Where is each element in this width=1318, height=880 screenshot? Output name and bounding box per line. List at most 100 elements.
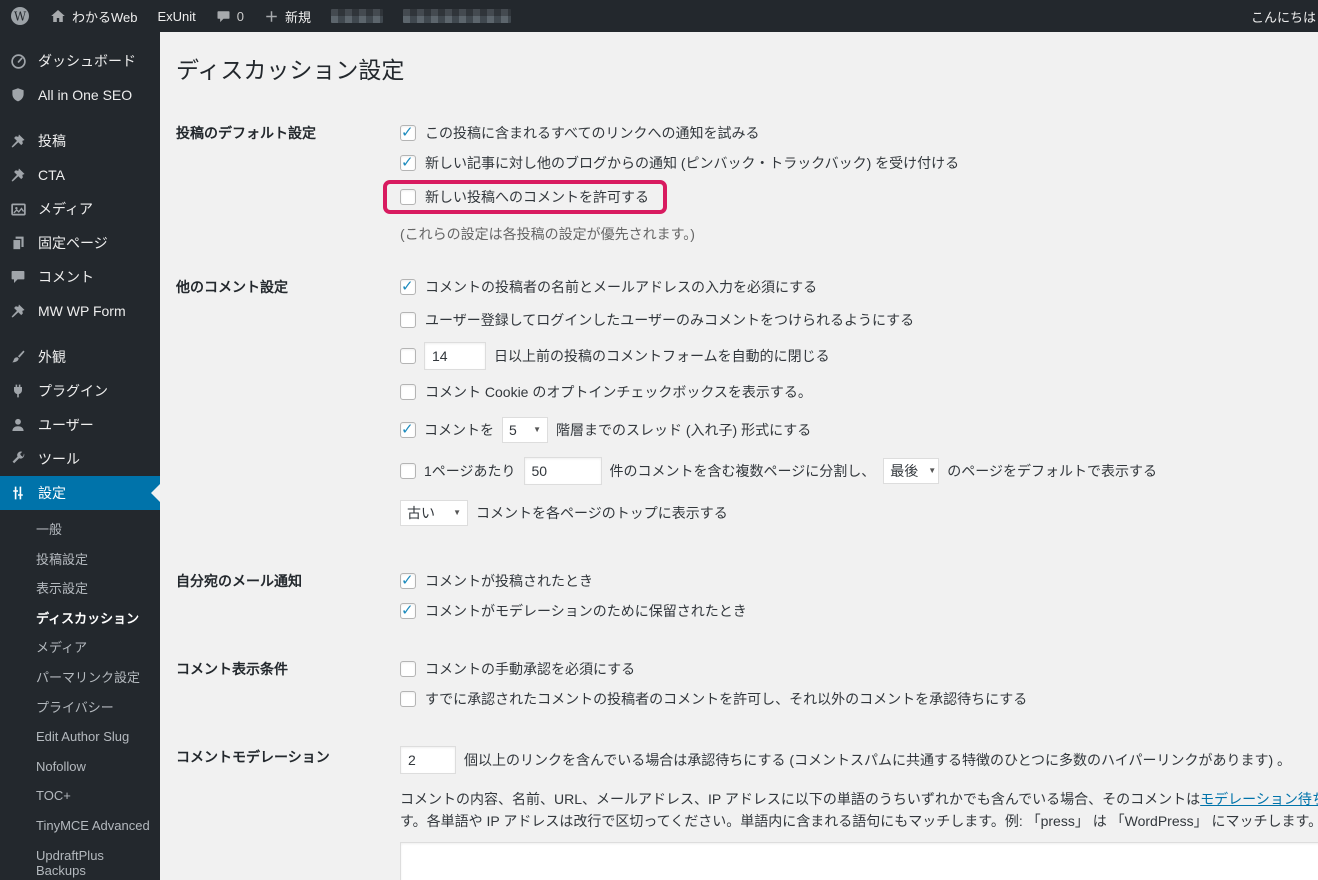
checkbox-label[interactable]: 新しい記事に対し他のブログからの通知 (ピンバック・トラックバック) を受け付け… (425, 153, 959, 173)
checkbox-registered-only[interactable] (400, 311, 416, 328)
max-links-input[interactable] (400, 745, 456, 774)
thread-depth-select[interactable]: 5 ▼ (502, 416, 548, 443)
comments-menu[interactable]: 0 (206, 0, 254, 32)
checkbox-cookie-optin[interactable] (400, 383, 416, 400)
checkbox-require-name-email[interactable] (400, 277, 416, 295)
plugin-icon (8, 383, 28, 399)
checkbox-label[interactable]: コメントの手動承認を必須にする (425, 659, 635, 679)
submenu-media[interactable]: メディア (0, 633, 160, 663)
checkbox-label[interactable]: コメントがモデレーションのために保留されたとき (425, 601, 747, 621)
sidebar-item-all-in-one-seo[interactable]: All in One SEO (0, 78, 160, 112)
section-label: 他のコメント設定 (176, 278, 288, 295)
checkbox-previously-approved[interactable] (400, 690, 416, 707)
checkbox-label[interactable]: コメント Cookie のオプトインチェックボックスを表示する。 (425, 382, 812, 402)
redacted-text (403, 9, 512, 23)
setting-row-threaded-comments: コメントを 5 ▼ 階層までのスレッド (入れ子) 形式にする (400, 410, 1318, 450)
auto-close-label[interactable]: 日以上前の投稿のコメントフォームを自動的に閉じる (494, 346, 830, 366)
paginate-prefix-label: 1ページあたり (424, 462, 516, 479)
checkbox-manual-approval[interactable] (400, 660, 416, 677)
sidebar-item-label: 固定ページ (38, 235, 108, 251)
checkbox-label[interactable]: すでに承認されたコメントの投稿者のコメントを許可し、それ以外のコメントを承認待ち… (425, 689, 1027, 709)
sidebar-item-pages[interactable]: 固定ページ (0, 226, 160, 260)
section-label: 投稿のデフォルト設定 (176, 124, 316, 141)
sidebar-item-appearance[interactable]: 外観 (0, 340, 160, 374)
thread-depth-value: 5 (509, 421, 517, 438)
media-icon (8, 201, 28, 218)
section-label: 自分宛のメール通知 (176, 572, 302, 589)
close-comments-days-input[interactable] (424, 341, 486, 370)
comments-per-page-input[interactable] (523, 456, 602, 485)
sidebar-item-label: メディア (38, 201, 94, 217)
checkbox-paginate-comments[interactable] (400, 462, 416, 479)
pages-icon (8, 235, 28, 251)
submenu-edit-author-slug[interactable]: Edit Author Slug (0, 722, 160, 752)
svg-text:W: W (14, 10, 27, 24)
redacted-menu-2[interactable] (393, 0, 521, 32)
checkbox-notify-links[interactable] (400, 123, 416, 141)
greeting-menu[interactable]: こんにちは (1251, 7, 1318, 26)
submenu-discussion[interactable]: ディスカッション (0, 604, 160, 634)
moderation-keys-textarea[interactable] (400, 841, 1318, 880)
checkbox-allow-pingbacks[interactable] (400, 153, 416, 171)
redacted-text (331, 9, 384, 23)
sidebar-item-plugins[interactable]: プラグイン (0, 374, 160, 408)
checkbox-threaded-comments[interactable] (400, 420, 416, 438)
sidebar-item-users[interactable]: ユーザー (0, 408, 160, 442)
comment-bubble-icon (216, 9, 231, 24)
checkbox-auto-close[interactable] (400, 347, 416, 364)
pushpin-icon (8, 303, 28, 319)
checkbox-label[interactable]: ユーザー登録してログインしたユーザーのみコメントをつけられるようにする (425, 310, 914, 330)
sidebar-item-dashboard[interactable]: ダッシュボード (0, 44, 160, 78)
sidebar-item-posts[interactable]: 投稿 (0, 124, 160, 158)
setting-row-allow-comments: 新しい投稿へのコメントを許可する (383, 178, 1318, 216)
checkbox-email-moderation[interactable] (400, 601, 416, 619)
users-icon (8, 417, 28, 433)
pushpin-icon (8, 133, 28, 149)
submenu-privacy[interactable]: プライバシー (0, 693, 160, 723)
redacted-menu-1[interactable] (321, 0, 393, 32)
checkbox-email-comment-posted[interactable] (400, 571, 416, 589)
sidebar-item-mw-wp-form[interactable]: MW WP Form (0, 294, 160, 328)
submenu-general[interactable]: 一般 (0, 515, 160, 545)
appearance-icon (8, 349, 28, 365)
section-label: コメントモデレーション (176, 748, 330, 765)
checkbox-label[interactable]: この投稿に含まれるすべてのリンクへの通知を試みる (425, 123, 759, 143)
chevron-down-icon: ▼ (533, 425, 541, 435)
site-name-menu[interactable]: わかるWeb (40, 0, 148, 32)
new-label: 新規 (285, 9, 312, 25)
exunit-menu[interactable]: ExUnit (148, 0, 206, 32)
checkbox-label[interactable]: コメントの投稿者の名前とメールアドレスの入力を必須にする (425, 277, 817, 297)
submenu-toc[interactable]: TOC+ (0, 781, 160, 811)
sidebar-item-cta[interactable]: CTA (0, 158, 160, 192)
setting-row-auto-close: 日以上前の投稿のコメントフォームを自動的に閉じる (400, 338, 1318, 374)
moderation-queue-link[interactable]: モデレーション待ち (1200, 791, 1318, 807)
red-highlight-box: 新しい投稿へのコメントを許可する (383, 179, 667, 214)
section-email-me: 自分宛のメール通知 コメントが投稿されたとき コメントがモデレーションのために保… (176, 566, 1318, 626)
plus-icon (264, 9, 279, 24)
submenu-nofollow[interactable]: Nofollow (0, 752, 160, 782)
section-comment-moderation: コメントモデレーション 個以上のリンクを含んでいる場合は承認待ちにする (コメン… (176, 742, 1318, 880)
default-page-select[interactable]: 最後 ▼ (883, 457, 940, 484)
comment-order-label: コメントを各ページのトップに表示する (476, 504, 728, 521)
sidebar-item-media[interactable]: メディア (0, 192, 160, 226)
submenu-reading[interactable]: 表示設定 (0, 574, 160, 604)
comment-order-value: 古い (407, 504, 435, 521)
comment-order-select[interactable]: 古い ▼ (400, 499, 468, 526)
checkbox-allow-comments[interactable] (400, 188, 416, 205)
sidebar-item-settings[interactable]: 設定 (0, 476, 160, 510)
new-content-menu[interactable]: 新規 (254, 0, 321, 32)
wp-logo-button[interactable]: W (0, 0, 40, 32)
sidebar-item-comments[interactable]: コメント (0, 260, 160, 294)
sidebar-item-tools[interactable]: ツール (0, 442, 160, 476)
submenu-writing[interactable]: 投稿設定 (0, 545, 160, 575)
submenu-permalinks[interactable]: パーマリンク設定 (0, 663, 160, 693)
setting-row-cookie-optin: コメント Cookie のオプトインチェックボックスを表示する。 (400, 374, 1318, 410)
checkbox-label[interactable]: 新しい投稿へのコメントを許可する (425, 187, 649, 207)
checkbox-label[interactable]: コメントが投稿されたとき (425, 571, 593, 591)
sidebar-item-label: All in One SEO (38, 87, 133, 103)
submenu-tinymce[interactable]: TinyMCE Advanced (0, 811, 160, 841)
admin-sidebar: ダッシュボード All in One SEO 投稿 CTA メディア 固定ページ (0, 32, 160, 880)
submenu-updraftplus[interactable]: UpdraftPlus Backups (0, 841, 160, 880)
sidebar-item-label: プラグイン (38, 383, 108, 399)
settings-submenu: 一般 投稿設定 表示設定 ディスカッション メディア パーマリンク設定 プライバ… (0, 510, 160, 880)
